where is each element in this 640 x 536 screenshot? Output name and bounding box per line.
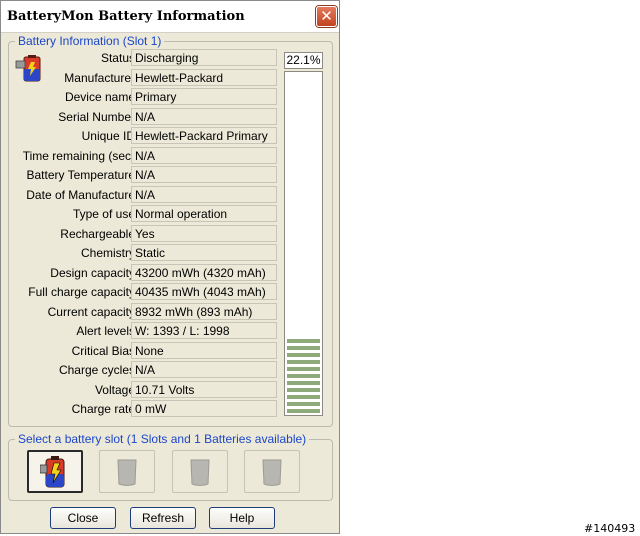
battery-slot-4-icon	[262, 459, 282, 486]
battery-field-row: Chemistry Static	[11, 244, 279, 262]
battery-field-value: 10.71 Volts	[131, 380, 277, 398]
charge-gauge	[284, 71, 323, 416]
battery-field-value: 8932 mWh (893 mAh)	[131, 302, 277, 320]
battery-field-label: Critical Bias	[71, 343, 135, 358]
help-button[interactable]: Help	[209, 507, 275, 529]
battery-field-value: Hewlett-Packard Primary	[131, 127, 277, 144]
battery-field-value: 0 mW	[131, 400, 277, 417]
battery-field-label: Device name	[64, 90, 135, 104]
charge-gauge-fill	[287, 338, 320, 413]
charge-percent: 22.1%	[284, 52, 323, 69]
battery-field-row: Type of use Normal operation	[11, 205, 279, 223]
title-bar[interactable]: BatteryMon Battery Information ✕	[1, 1, 339, 33]
battery-field-label: Manufacturer	[64, 70, 135, 85]
battery-field-row: Charge cycles N/A	[11, 361, 279, 379]
battery-field-label: Battery Temperature	[26, 168, 136, 182]
battery-slot-2-icon	[117, 459, 137, 486]
battery-field-value: Hewlett-Packard	[131, 68, 277, 86]
battery-slot-1-icon	[40, 455, 65, 487]
battery-field-value: Normal operation	[131, 205, 277, 222]
battery-field-row: Charge rate 0 mW	[11, 400, 279, 418]
battery-field-value: N/A	[131, 166, 277, 183]
battery-slot-4-button[interactable]	[244, 450, 300, 493]
battery-info-group-label: Battery Information (Slot 1)	[15, 34, 165, 48]
battery-field-label: Alert levels	[76, 324, 135, 338]
battery-field-label: Charge rate	[71, 402, 135, 416]
battery-field-value: Primary	[131, 88, 277, 105]
battery-field-label: Charge cycles	[58, 363, 135, 377]
battery-field-value: N/A	[131, 107, 277, 125]
battery-slot-3-icon	[190, 459, 210, 486]
battery-field-value: W: 1393 / L: 1998	[131, 322, 277, 339]
battery-field-label: Full charge capacity	[28, 285, 135, 299]
close-icon: ✕	[320, 7, 333, 25]
battery-field-label: Unique ID	[81, 129, 135, 143]
battery-field-row: Alert levels W: 1393 / L: 1998	[11, 322, 279, 340]
battery-field-row: Rechargeable Yes	[11, 224, 279, 243]
slot-select-group-label: Select a battery slot (1 Slots and 1 Bat…	[15, 432, 310, 446]
battery-field-row: Design capacity 43200 mWh (4320 mAh)	[11, 263, 279, 282]
battery-field-label: Date of Manufacture	[26, 187, 135, 202]
battery-field-row: Status Discharging	[11, 49, 279, 67]
battery-field-row: Date of Manufacture N/A	[11, 185, 279, 204]
battery-field-value: N/A	[131, 361, 277, 378]
battery-field-label: Current capacity	[47, 304, 135, 319]
battery-field-row: Device name Primary	[11, 88, 279, 106]
refresh-button[interactable]: Refresh	[130, 507, 196, 529]
battery-field-label: Time remaining (sec)	[22, 148, 135, 163]
battery-field-label: Type of use	[72, 207, 135, 221]
battery-field-row: Voltage 10.71 Volts	[11, 380, 279, 399]
battery-field-value: 40435 mWh (4043 mAh)	[131, 283, 277, 300]
battery-field-row: Critical Bias None	[11, 341, 279, 360]
battery-field-label: Rechargeable	[60, 226, 135, 241]
window-title: BatteryMon Battery Information	[7, 9, 245, 24]
battery-field-row: Battery Temperature N/A	[11, 166, 279, 184]
battery-field-label: Voltage	[94, 382, 135, 397]
close-window-button[interactable]: ✕	[316, 6, 337, 27]
battery-field-value: Static	[131, 244, 277, 261]
battery-field-value: None	[131, 341, 277, 359]
battery-field-row: Serial Number N/A	[11, 107, 279, 126]
battery-field-row: Unique ID Hewlett-Packard Primary	[11, 127, 279, 145]
battery-slot-3-button[interactable]	[172, 450, 228, 493]
battery-field-label: Status	[100, 51, 135, 65]
battery-field-row: Full charge capacity 40435 mWh (4043 mAh)	[11, 283, 279, 301]
close-button[interactable]: Close	[50, 507, 116, 529]
battery-info-window: BatteryMon Battery Information ✕ Battery…	[0, 0, 340, 534]
battery-field-value: Yes	[131, 224, 277, 242]
battery-field-row: Current capacity 8932 mWh (893 mAh)	[11, 302, 279, 321]
battery-field-row: Manufacturer Hewlett-Packard	[11, 68, 279, 87]
battery-field-value: N/A	[131, 185, 277, 203]
battery-slot-1-button[interactable]	[27, 450, 83, 493]
battery-field-label: Design capacity	[50, 265, 135, 280]
watermark: #140493	[584, 522, 636, 535]
battery-field-value: Discharging	[131, 49, 277, 66]
battery-field-row: Time remaining (sec) N/A	[11, 146, 279, 165]
battery-field-label: Serial Number	[58, 109, 135, 124]
battery-field-value: N/A	[131, 146, 277, 164]
battery-slot-2-button[interactable]	[99, 450, 155, 493]
battery-field-label: Chemistry	[80, 246, 135, 260]
battery-field-value: 43200 mWh (4320 mAh)	[131, 263, 277, 281]
